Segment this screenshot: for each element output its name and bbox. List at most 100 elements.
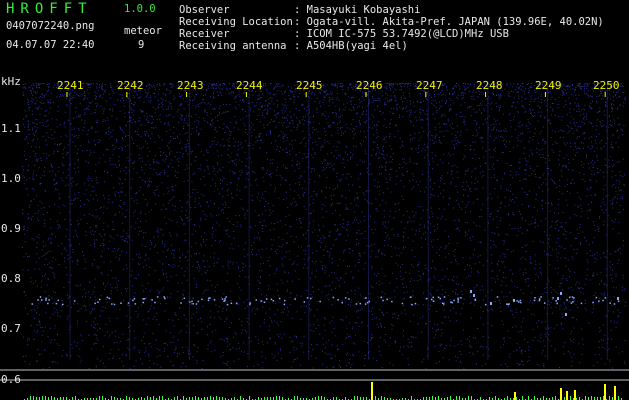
level-bar	[609, 396, 610, 400]
level-bar	[450, 396, 451, 400]
level-bar	[375, 396, 376, 400]
level-bar	[177, 396, 178, 400]
x-tick-2242: 2242	[117, 79, 144, 92]
level-peak	[604, 384, 606, 400]
level-peak	[566, 391, 568, 400]
level-bar	[495, 396, 496, 400]
receiver-key: Receiver	[179, 28, 230, 40]
level-bar	[603, 396, 604, 400]
meteor-echo	[473, 294, 475, 297]
level-bar	[591, 396, 592, 400]
level-bar	[555, 396, 556, 400]
level-bar	[183, 396, 184, 400]
level-bar	[357, 396, 358, 400]
antenna-value: : A504HB(yagi 4el)	[294, 40, 408, 52]
level-bar	[618, 396, 619, 400]
y-tick-1-0: 1.0	[1, 172, 21, 185]
level-bar	[249, 396, 250, 400]
receiver-value: : ICOM IC-575 53.7492(@LCD)MHz USB	[294, 28, 509, 40]
date-time: 04.07.07 22:40	[6, 39, 95, 51]
antenna-key: Receiving antenna	[179, 40, 287, 52]
level-bar	[276, 396, 277, 400]
level-bar	[459, 396, 460, 400]
meteor-echo	[617, 297, 619, 300]
location-value: : Ogata-vill. Akita-Pref. JAPAN (139.96E…	[294, 16, 604, 28]
meteor-echo	[490, 302, 492, 305]
y-tick-0-8: 0.8	[1, 272, 21, 285]
level-bar	[507, 396, 508, 400]
level-bar	[354, 396, 355, 400]
level-peak	[614, 386, 616, 400]
level-bar	[468, 396, 469, 400]
level-bar	[51, 396, 52, 400]
y-unit-label: kHz	[1, 75, 21, 88]
level-bar	[159, 396, 160, 400]
meteor-label: meteor	[124, 25, 162, 37]
level-bar	[42, 396, 43, 400]
x-tick-2246: 2246	[356, 79, 383, 92]
meteor-echo	[557, 297, 559, 300]
level-bar	[381, 396, 382, 400]
x-tick-2250: 2250	[593, 79, 620, 92]
y-tick-0-6: 0.6	[1, 373, 21, 386]
y-tick-1-1: 1.1	[1, 122, 21, 135]
meteor-count: 9	[138, 39, 145, 51]
file-name: 0407072240.png	[6, 20, 95, 32]
y-tick-0-7: 0.7	[1, 322, 21, 335]
level-bar	[318, 396, 319, 400]
x-tick-2245: 2245	[296, 79, 323, 92]
level-bar	[75, 396, 76, 400]
meteor-echo-layer	[31, 290, 620, 316]
waterfall-spectrogram	[0, 83, 629, 400]
level-bar	[147, 396, 148, 400]
level-peak	[560, 388, 562, 400]
app-name: HROFFT	[6, 1, 93, 17]
location-key: Receiving Location	[179, 16, 293, 28]
observer-value: : Masayuki Kobayashi	[294, 4, 421, 16]
x-tick-2243: 2243	[177, 79, 204, 92]
level-bar	[240, 396, 241, 400]
level-bar	[99, 396, 100, 400]
observer-key: Observer	[179, 4, 230, 16]
level-bar	[432, 396, 433, 400]
level-peak	[514, 392, 516, 400]
noise-field	[22, 83, 626, 369]
meteor-echo	[513, 299, 515, 302]
x-tick-2247: 2247	[416, 79, 443, 92]
level-bar	[321, 396, 322, 400]
level-bar	[33, 396, 34, 400]
level-bar	[522, 396, 523, 400]
y-tick-0-9: 0.9	[1, 222, 21, 235]
app-version: 1.0.0	[124, 3, 156, 15]
meteor-echo	[470, 290, 472, 293]
x-tick-2249: 2249	[535, 79, 562, 92]
level-peak	[574, 390, 576, 400]
level-bar	[162, 396, 163, 400]
level-bar	[456, 396, 457, 400]
level-bar	[297, 396, 298, 400]
carrier-dots	[31, 296, 620, 306]
level-bar	[102, 396, 103, 400]
x-tick-2244: 2244	[236, 79, 263, 92]
level-bar	[126, 396, 127, 400]
level-bar	[570, 396, 571, 400]
level-bar	[279, 396, 280, 400]
x-tick-2241: 2241	[57, 79, 84, 92]
level-bar	[294, 396, 295, 400]
level-bar	[153, 396, 154, 400]
level-peak	[371, 382, 373, 400]
signal-level-meter	[24, 382, 622, 400]
level-bar	[543, 396, 544, 400]
level-bar	[45, 396, 46, 400]
level-bar	[534, 396, 535, 400]
noise-speckle	[22, 83, 626, 369]
level-bar	[30, 396, 31, 400]
meteor-echo	[565, 313, 567, 316]
level-bar	[216, 396, 217, 400]
level-bar	[438, 396, 439, 400]
meteor-echo	[560, 292, 562, 295]
level-bar	[411, 396, 412, 400]
x-tick-2248: 2248	[476, 79, 503, 92]
level-bar	[111, 396, 112, 400]
level-bar	[528, 396, 529, 400]
